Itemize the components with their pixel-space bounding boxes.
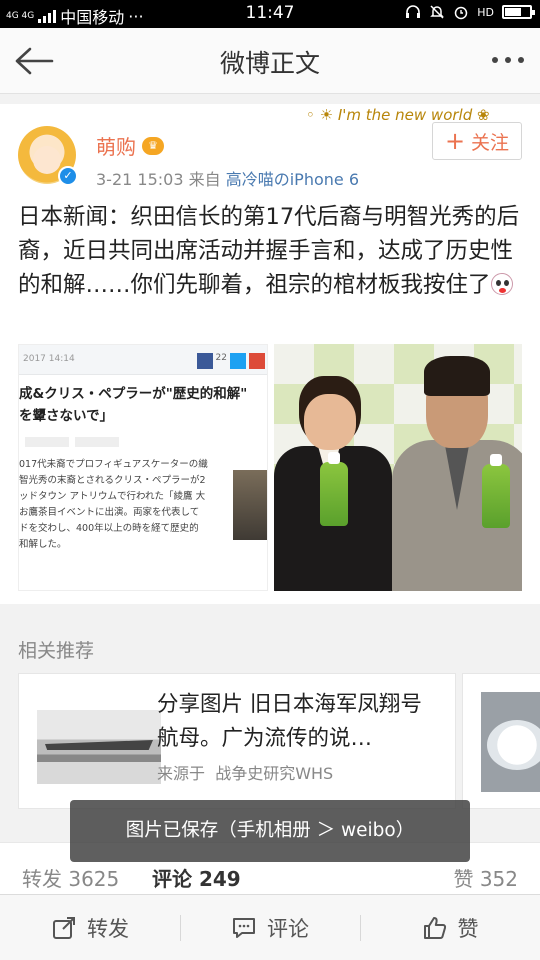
page-title: 微博正文 bbox=[219, 49, 320, 78]
news-body-line: お鷹茶目イベントに出演。両家を代表して bbox=[19, 507, 200, 518]
related-source-prefix: 来源于 bbox=[157, 764, 206, 783]
news-date: 2017 14:14 bbox=[23, 354, 75, 364]
related-card-next-image bbox=[481, 692, 540, 792]
news-tags bbox=[25, 437, 119, 447]
shocked-emoji-icon bbox=[490, 273, 513, 295]
share-icons: 22 bbox=[196, 353, 265, 369]
post-card: ✓ 萌购 ♛ 3-21 15:03 来自 高冷喵のiPhone 6 ◦ ☀ I'… bbox=[0, 104, 540, 604]
related-source-name: 战争史研究WHS bbox=[215, 764, 334, 783]
nav-bar: 微博正文 bbox=[0, 28, 540, 94]
vip-crown-icon: ♛ bbox=[142, 136, 164, 155]
news-body-line: 智光秀の末裔とされるクリス・ペプラーが2 bbox=[19, 475, 206, 486]
comment-tab[interactable]: 评论 249 bbox=[152, 863, 241, 892]
repost-count: 3625 bbox=[68, 867, 120, 891]
like-tab[interactable]: 赞 352 bbox=[453, 863, 518, 892]
follow-label: 关注 bbox=[471, 131, 510, 154]
post-text-body: 日本新闻：织田信长的第17代后裔与明智光秀的后裔，近日共同出席活动并握手言和，达… bbox=[18, 204, 520, 298]
news-body: 017代未裔でプロフィギュアスケーターの織 智光秀の末裔とされるクリス・ペプラー… bbox=[19, 457, 219, 553]
like-button[interactable]: 赞 bbox=[360, 895, 540, 960]
repost-button-label: 转发 bbox=[87, 917, 129, 941]
source-prefix: 来自 bbox=[188, 170, 221, 189]
author-name[interactable]: 萌购 bbox=[96, 131, 136, 160]
post-meta: 3-21 15:03 来自 高冷喵のiPhone 6 bbox=[96, 166, 359, 190]
post-image-news[interactable]: 2017 14:14 22 成&クリス・ペプラーが"歴史的和解" を顰さないで」… bbox=[18, 344, 268, 591]
news-thumbnail bbox=[233, 470, 267, 540]
repost-button[interactable]: 转发 bbox=[0, 895, 180, 960]
related-card-source: 来源于 战争史研究WHS bbox=[157, 760, 333, 784]
thumbs-up-icon bbox=[423, 917, 446, 939]
status-right: HD bbox=[405, 4, 535, 20]
headline-line-2: を顰さないで」 bbox=[19, 408, 114, 424]
post-text: 日本新闻：织田信长的第17代后裔与明智光秀的后裔，近日共同出席活动并握手言和，达… bbox=[18, 200, 528, 302]
follow-button[interactable]: + 关注 bbox=[432, 122, 522, 160]
related-section: 相关推荐 分享图片 旧日本海军凤翔号航母。广为流传的说… 来源于 战争史研究WH… bbox=[0, 620, 540, 828]
headset-icon bbox=[406, 5, 421, 18]
news-body-line: 和解した。 bbox=[19, 539, 67, 550]
status-bar: 4G 4G 中国移动 ··· 11:47 HD bbox=[0, 0, 540, 28]
alarm-icon bbox=[455, 6, 468, 20]
tea-bottle-left bbox=[320, 452, 348, 526]
post-source[interactable]: 高冷喵のiPhone 6 bbox=[226, 170, 359, 189]
comment-count: 249 bbox=[198, 867, 241, 891]
comment-tab-label: 评论 bbox=[152, 867, 192, 891]
related-card[interactable]: 分享图片 旧日本海军凤翔号航母。广为流传的说… 来源于 战争史研究WHS bbox=[18, 673, 456, 809]
repost-icon bbox=[53, 917, 75, 939]
comment-button-label: 评论 bbox=[267, 917, 309, 941]
related-card-next[interactable] bbox=[462, 673, 540, 809]
section-divider bbox=[0, 604, 540, 620]
twitter-icon bbox=[230, 353, 246, 369]
like-count: 352 bbox=[479, 867, 518, 891]
repost-tab-label: 转发 bbox=[22, 867, 62, 891]
post-time: 15:03 bbox=[137, 170, 184, 189]
comment-icon bbox=[233, 918, 255, 938]
mute-icon bbox=[430, 5, 445, 19]
post-image-photo[interactable] bbox=[274, 344, 522, 591]
comment-button[interactable]: 评论 bbox=[180, 895, 360, 960]
repost-tab[interactable]: 转发 3625 bbox=[22, 863, 119, 892]
news-body-line: ドを交わし、400年以上の時を経て歴史的 bbox=[19, 523, 199, 534]
bottom-action-bar: 转发 评论 赞 bbox=[0, 894, 540, 960]
more-options-icon[interactable] bbox=[492, 57, 524, 63]
saved-toast: 图片已保存（手机相册 ＞ weibo） bbox=[70, 800, 470, 862]
related-card-image bbox=[37, 710, 161, 784]
facebook-icon bbox=[196, 353, 213, 369]
google-plus-icon bbox=[249, 353, 265, 369]
post-author[interactable]: 萌购 ♛ bbox=[96, 131, 164, 160]
plus-icon: + bbox=[444, 127, 466, 155]
battery-icon bbox=[502, 5, 535, 19]
news-body-line: 017代未裔でプロフィギュアスケーターの織 bbox=[19, 459, 208, 470]
like-button-label: 赞 bbox=[457, 917, 479, 941]
like-tab-label: 赞 bbox=[453, 867, 474, 891]
post-date: 3-21 bbox=[96, 170, 133, 189]
news-headline: 成&クリス・ペプラーが"歴史的和解" を顰さないで」 bbox=[19, 383, 267, 427]
verified-badge-icon: ✓ bbox=[58, 166, 78, 186]
tea-bottle-right bbox=[482, 454, 510, 528]
headline-line-1: 成&クリス・ペプラーが"歴史的和解" bbox=[19, 386, 248, 402]
related-label: 相关推荐 bbox=[18, 640, 95, 662]
news-header-strip: 2017 14:14 22 bbox=[19, 345, 267, 375]
related-card-title: 分享图片 旧日本海军凤翔号航母。广为流传的说… bbox=[157, 692, 422, 751]
share-count: 22 bbox=[215, 353, 227, 363]
hd-indicator: HD bbox=[477, 5, 494, 19]
news-body-line: ッドタウン アトリウムで行われた「綾鷹 大 bbox=[19, 491, 206, 502]
